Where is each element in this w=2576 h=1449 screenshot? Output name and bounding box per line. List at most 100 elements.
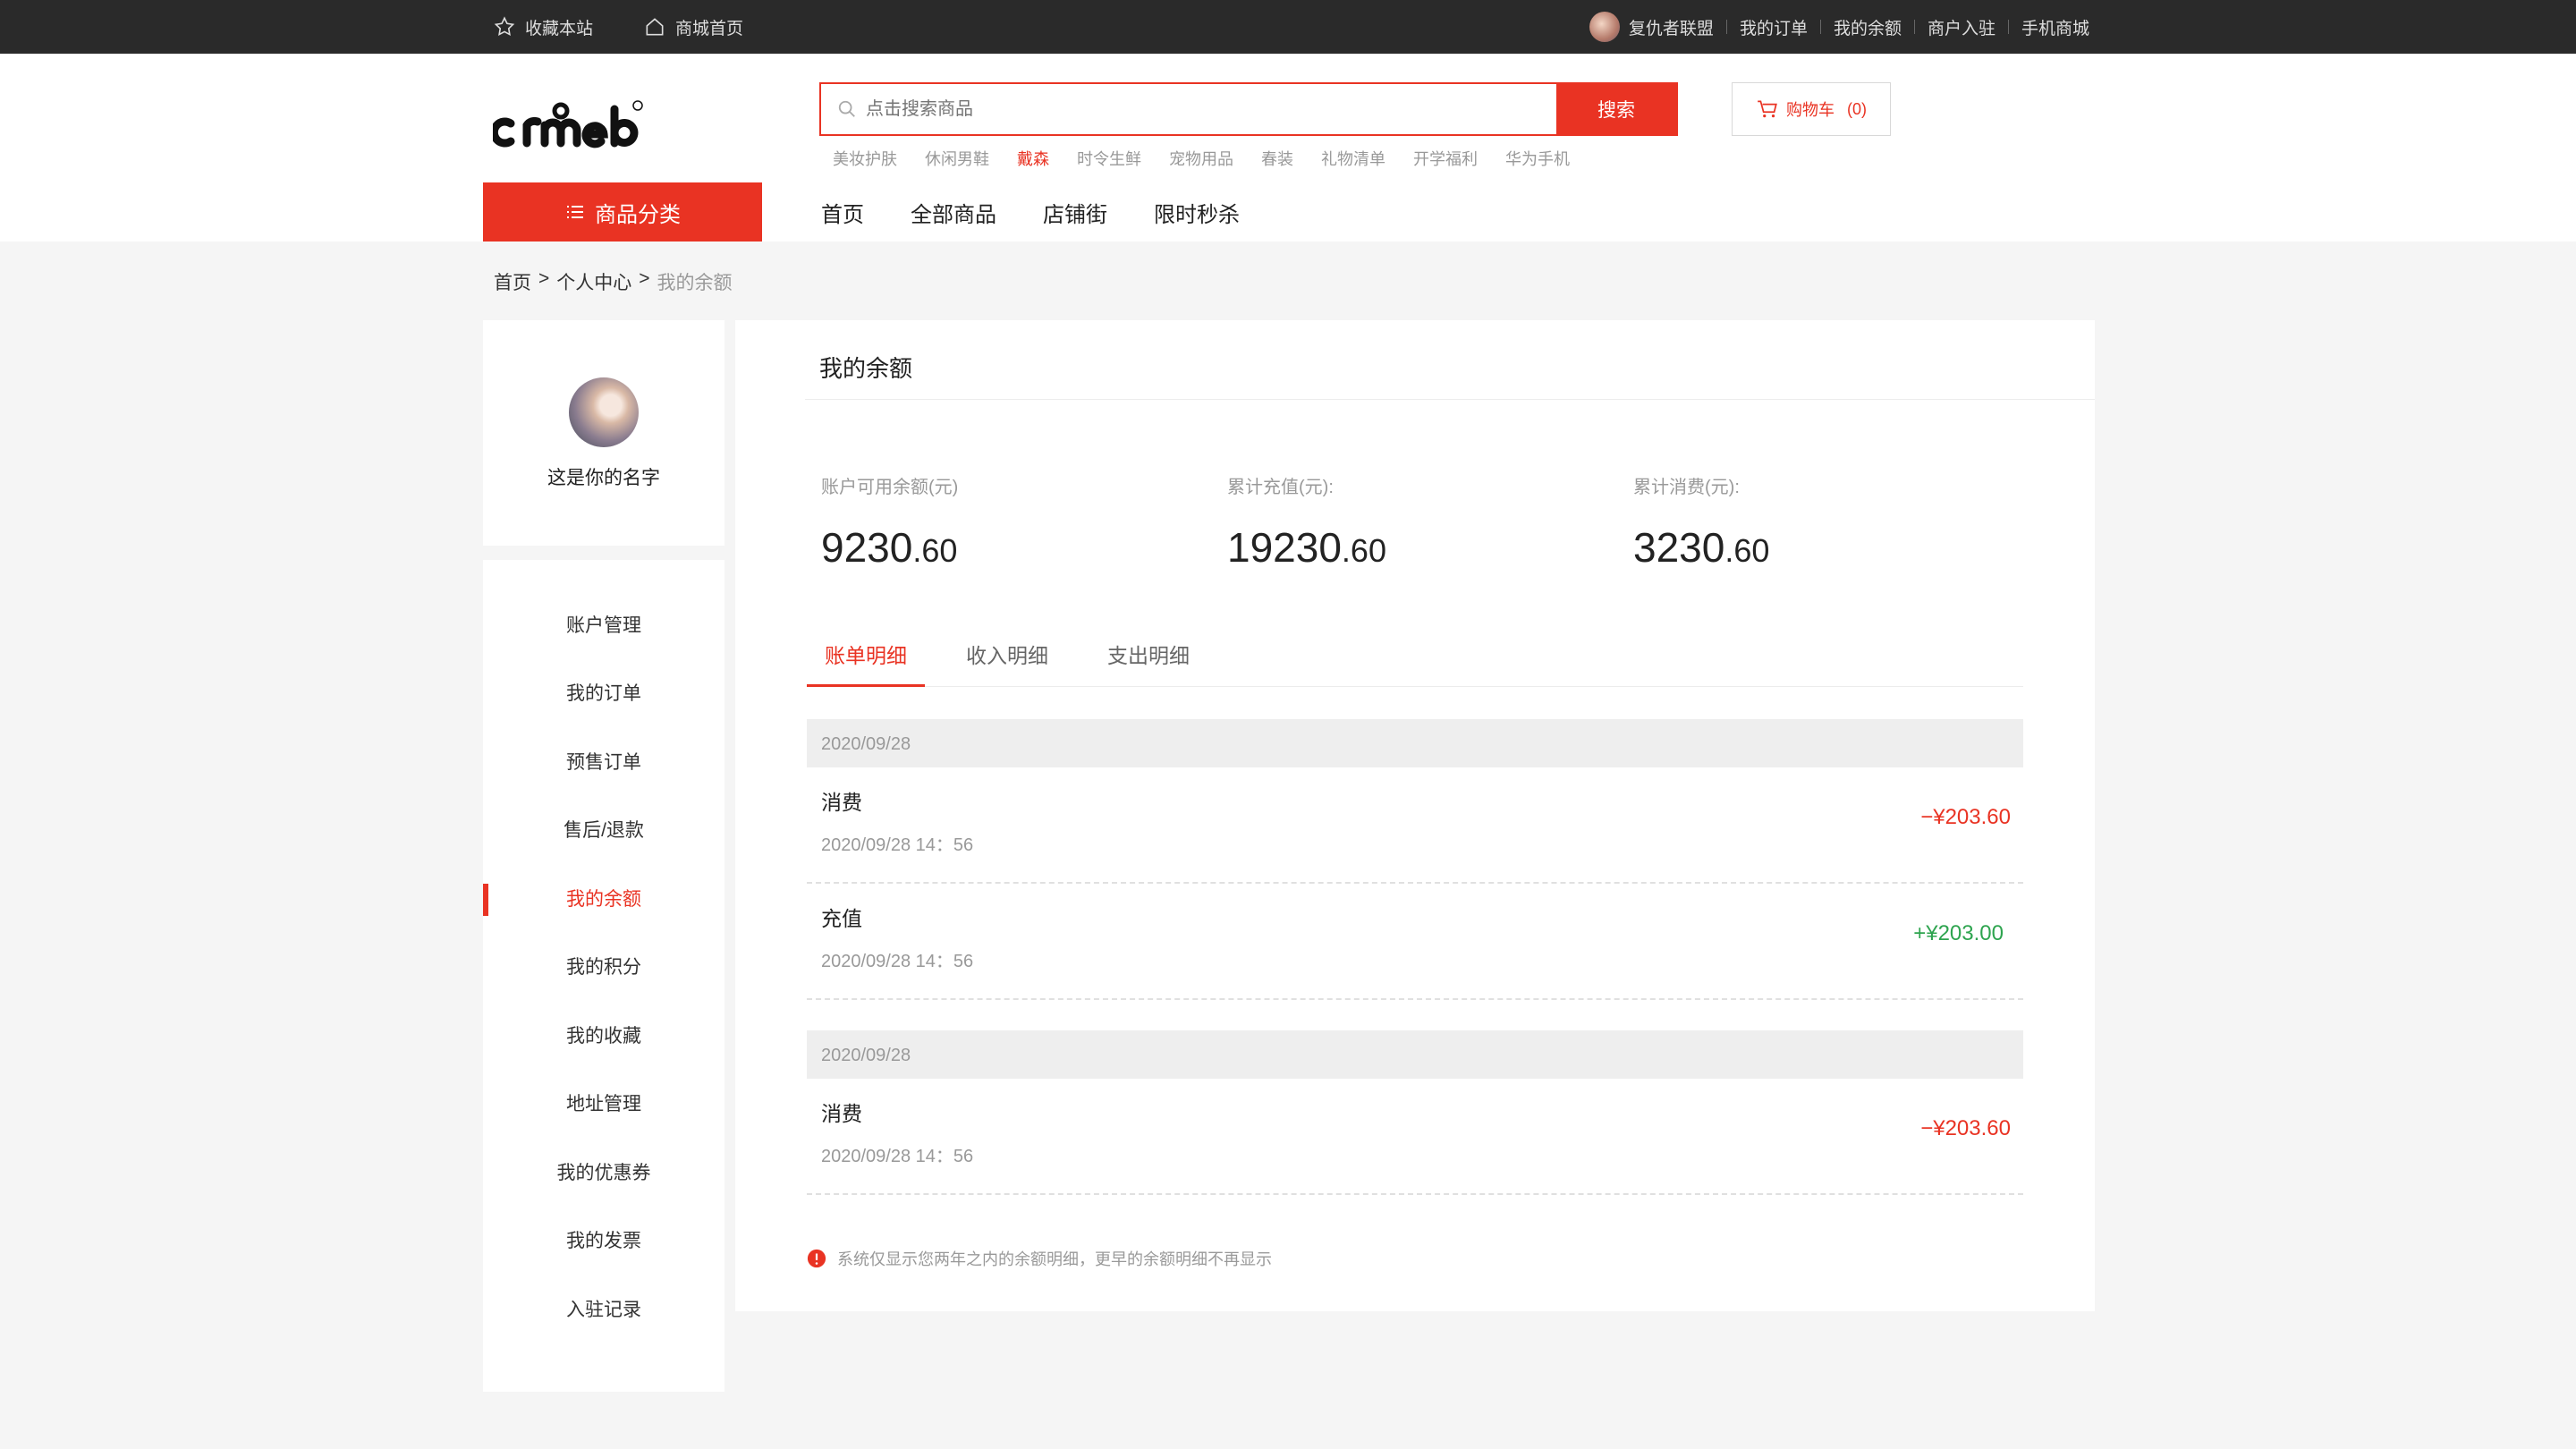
- list-item[interactable]: 消费 2020/09/28 14：56 −¥203.60: [807, 767, 2023, 884]
- nav-shop-street[interactable]: 店铺街: [1043, 197, 1107, 228]
- list-item[interactable]: 消费 2020/09/28 14：56 −¥203.60: [807, 1079, 2023, 1195]
- star-icon: [494, 16, 515, 37]
- list-item[interactable]: 充值 2020/09/28 14：56 +¥203.00: [807, 884, 2023, 1000]
- home-label: 商城首页: [675, 19, 744, 38]
- list-icon: [567, 206, 583, 218]
- search-button[interactable]: 搜索: [1556, 84, 1676, 134]
- user-avatar-small[interactable]: [1589, 12, 1620, 42]
- hot-word[interactable]: 时令生鲜: [1077, 147, 1141, 170]
- date-header: 2020/09/28: [807, 1030, 2023, 1079]
- record-amount: −¥203.60: [1920, 1116, 2011, 1140]
- sidebar-item-merchant-record[interactable]: 入驻记录: [483, 1292, 724, 1328]
- record-time: 2020/09/28 14：56: [821, 1147, 974, 1166]
- sidebar-item-orders[interactable]: 我的订单: [483, 676, 724, 712]
- stat-available: 账户可用余额(元) 9230.60: [821, 472, 958, 572]
- breadcrumb-home[interactable]: 首页: [494, 268, 531, 295]
- notice: 系统仅显示您两年之内的余额明细，更早的余额明细不再显示: [807, 1247, 1272, 1270]
- sidebar-item-coupons[interactable]: 我的优惠券: [483, 1156, 724, 1191]
- sidebar-item-balance[interactable]: 我的余额: [483, 882, 724, 918]
- avatar[interactable]: [569, 377, 639, 447]
- divider: [805, 399, 2095, 400]
- stat-int: 19230: [1227, 524, 1342, 571]
- nav-flash-sale[interactable]: 限时秒杀: [1154, 197, 1240, 228]
- search-input[interactable]: [821, 84, 1556, 134]
- cart-count: (0): [1847, 99, 1867, 118]
- notice-text: 系统仅显示您两年之内的余额明细，更早的余额明细不再显示: [837, 1250, 1272, 1268]
- date-header: 2020/09/28: [807, 719, 2023, 767]
- hot-word-active[interactable]: 戴森: [1017, 147, 1049, 170]
- tab-bill-details[interactable]: 账单明细: [807, 624, 925, 687]
- hot-word[interactable]: 华为手机: [1505, 147, 1570, 170]
- nav-home[interactable]: 首页: [821, 197, 864, 228]
- sidebar-item-refund[interactable]: 售后/退款: [483, 813, 724, 849]
- top-link-merchant[interactable]: 商户入驻: [1928, 15, 1996, 39]
- favorite-link[interactable]: 收藏本站: [493, 15, 593, 39]
- record-time: 2020/09/28 14：56: [821, 952, 974, 971]
- nav-all-products[interactable]: 全部商品: [911, 197, 996, 228]
- tabs: 账单明细 收入明细 支出明细: [807, 624, 2023, 687]
- hot-word[interactable]: 美妆护肤: [833, 147, 897, 170]
- stat-label: 累计充值(元):: [1227, 478, 1334, 497]
- record-time: 2020/09/28 14：56: [821, 835, 974, 855]
- cart-icon: [1758, 100, 1777, 118]
- sidebar-menu: 账户管理 我的订单 预售订单 售后/退款 我的余额 我的积分 我的收藏 地址管理…: [483, 560, 724, 1392]
- breadcrumb: 首页 > 个人中心 > 我的余额: [494, 268, 733, 295]
- category-button[interactable]: 商品分类: [483, 182, 762, 242]
- hot-word[interactable]: 开学福利: [1413, 147, 1478, 170]
- record-type: 充值: [821, 907, 862, 930]
- top-username[interactable]: 复仇者联盟: [1629, 15, 1714, 39]
- main-nav: 首页 全部商品 店铺街 限时秒杀: [821, 182, 1240, 242]
- alert-icon: [807, 1249, 826, 1268]
- stat-dec: .60: [1341, 532, 1386, 569]
- tab-income-details[interactable]: 收入明细: [966, 624, 1048, 687]
- home-link[interactable]: 商城首页: [643, 15, 743, 39]
- stat-dec: .60: [912, 532, 958, 569]
- cart-button[interactable]: 购物车 (0): [1732, 82, 1891, 136]
- stat-int: 9230: [821, 524, 913, 571]
- hot-word[interactable]: 春装: [1261, 147, 1293, 170]
- stat-recharge: 累计充值(元): 19230.60: [1227, 472, 1386, 572]
- top-link-orders[interactable]: 我的订单: [1740, 15, 1808, 39]
- record-type: 消费: [821, 1102, 862, 1125]
- stat-consumption: 累计消费(元): 3230.60: [1633, 472, 1769, 572]
- stat-dec: .60: [1724, 532, 1770, 569]
- hot-word[interactable]: 休闲男鞋: [925, 147, 989, 170]
- top-link-mobile[interactable]: 手机商城: [2021, 15, 2089, 39]
- record-type: 消费: [821, 791, 862, 814]
- profile-name: 这是你的名字: [547, 468, 660, 488]
- sidebar-item-points[interactable]: 我的积分: [483, 950, 724, 986]
- stat-value: 9230.60: [821, 523, 958, 572]
- divider: [2007, 20, 2009, 34]
- breadcrumb-center[interactable]: 个人中心: [556, 268, 631, 295]
- tab-expense-details[interactable]: 支出明细: [1107, 624, 1190, 687]
- sidebar-item-favorites[interactable]: 我的收藏: [483, 1019, 724, 1055]
- header: 搜索 购物车 (0) 美妆护肤 休闲男鞋 戴森 时令生鲜 宠物用品 春装 礼物清…: [0, 54, 2576, 242]
- hot-word[interactable]: 礼物清单: [1321, 147, 1385, 170]
- hot-word[interactable]: 宠物用品: [1169, 147, 1233, 170]
- cart-label: 购物车: [1786, 101, 1835, 119]
- search-box: 搜索: [819, 82, 1678, 136]
- profile-card: 这是你的名字: [483, 320, 724, 546]
- breadcrumb-current: 我的余额: [657, 273, 733, 293]
- sidebar-item-invoice[interactable]: 我的发票: [483, 1224, 724, 1259]
- stat-label: 累计消费(元):: [1633, 478, 1740, 497]
- stat-int: 3230: [1633, 524, 1725, 571]
- balance-panel: 我的余额 账户可用余额(元) 9230.60 累计充值(元): 19230.60…: [735, 320, 2095, 1311]
- record-amount: −¥203.60: [1920, 805, 2011, 829]
- sidebar-item-presale[interactable]: 预售订单: [483, 745, 724, 781]
- divider: [1819, 20, 1821, 34]
- sidebar-item-account[interactable]: 账户管理: [483, 608, 724, 644]
- breadcrumb-separator: >: [639, 268, 650, 289]
- search-icon: [838, 100, 855, 117]
- divider: [1913, 20, 1915, 34]
- sidebar-item-address[interactable]: 地址管理: [483, 1087, 724, 1123]
- page-title: 我的余额: [819, 355, 913, 382]
- top-link-balance[interactable]: 我的余额: [1834, 15, 1902, 39]
- divider: [1725, 20, 1727, 34]
- stat-value: 3230.60: [1633, 523, 1769, 572]
- stat-value: 19230.60: [1227, 523, 1386, 572]
- crmeb-logo[interactable]: [493, 89, 645, 161]
- category-label: 商品分类: [595, 202, 681, 227]
- home-icon: [646, 18, 664, 36]
- favorite-label: 收藏本站: [525, 19, 594, 38]
